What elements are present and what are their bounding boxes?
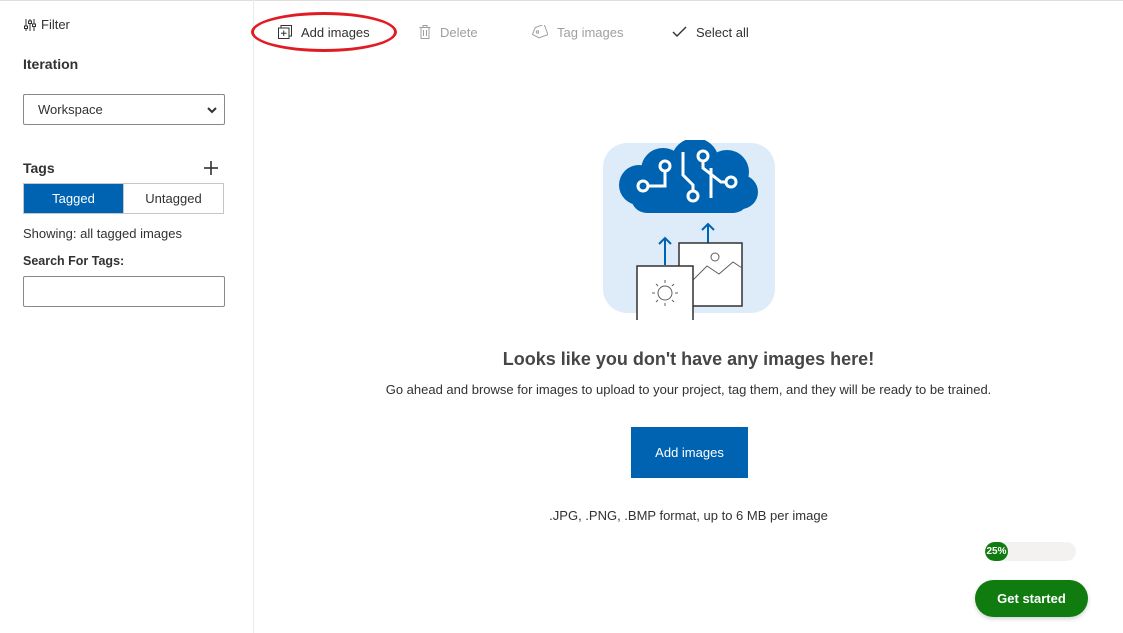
delete-toolbar-label: Delete: [440, 24, 478, 40]
cloud-brain-upload-illustration: [603, 140, 775, 320]
showing-status-text: Showing: all tagged images: [23, 226, 182, 241]
trash-icon: [419, 25, 431, 39]
progress-label: 25%: [986, 546, 1007, 557]
add-images-button[interactable]: Add images: [631, 427, 748, 478]
progress-fill: 25%: [985, 542, 1008, 561]
filter-sliders-icon: [24, 18, 36, 31]
empty-state-description: Go ahead and browse for images to upload…: [385, 382, 992, 397]
add-images-toolbar-button[interactable]: Add images: [278, 22, 370, 42]
add-images-toolbar-label: Add images: [301, 24, 370, 40]
untagged-toggle-button[interactable]: Untagged: [123, 184, 223, 213]
checkmark-icon: [672, 26, 687, 37]
select-all-toolbar-label: Select all: [696, 24, 749, 40]
tag-filter-toggle: Tagged Untagged: [23, 183, 224, 214]
iteration-label: Iteration: [23, 56, 79, 72]
tag-icon: [531, 25, 548, 39]
filter-label: Filter: [41, 17, 70, 32]
tags-label: Tags: [23, 160, 55, 176]
empty-state-title: Looks like you don't have any images her…: [502, 349, 875, 369]
filter-sidebar: Filter Iteration Workspace Tags Tagged U…: [0, 0, 254, 633]
delete-toolbar-button[interactable]: Delete: [419, 22, 478, 42]
onboarding-progress-bar: 25%: [985, 542, 1076, 561]
chevron-down-icon: [207, 107, 217, 114]
filter-button[interactable]: Filter: [23, 17, 70, 32]
tag-images-toolbar-label: Tag images: [557, 24, 624, 40]
add-image-icon: [278, 25, 292, 39]
search-tags-label: Search For Tags:: [23, 254, 125, 268]
get-started-button[interactable]: Get started: [975, 580, 1088, 617]
tagged-toggle-button[interactable]: Tagged: [24, 184, 123, 213]
tag-images-toolbar-button[interactable]: Tag images: [531, 22, 623, 42]
iteration-selected-value: Workspace: [38, 102, 103, 117]
select-all-toolbar-button[interactable]: Select all: [672, 22, 749, 42]
iteration-dropdown[interactable]: Workspace: [23, 94, 225, 125]
add-tag-plus-icon[interactable]: [202, 159, 220, 177]
supported-formats-text: .JPG, .PNG, .BMP format, up to 6 MB per …: [549, 508, 828, 523]
search-tags-input[interactable]: [23, 276, 225, 307]
